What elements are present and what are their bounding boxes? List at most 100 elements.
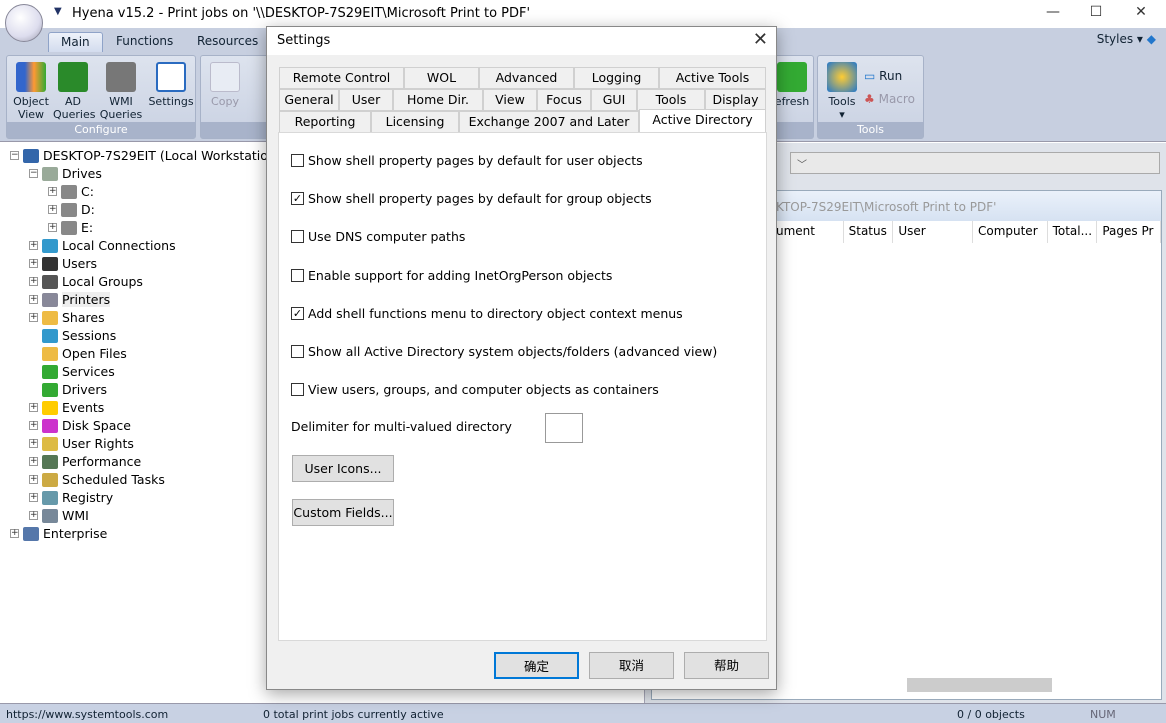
option-checkbox[interactable]: Use DNS computer paths (291, 229, 465, 244)
column-user[interactable]: User (893, 221, 973, 243)
expand-icon[interactable]: + (29, 511, 38, 520)
tree-node[interactable]: + Scheduled Tasks (29, 472, 165, 487)
dialog-close-button[interactable]: ✕ (753, 29, 768, 50)
settings-tab[interactable]: Focus (537, 89, 591, 111)
tree-node[interactable]: + Events (29, 400, 104, 415)
tools-button[interactable]: Tools ▾ (822, 62, 862, 121)
tree-node[interactable]: + User Rights (29, 436, 134, 451)
tree-node[interactable]: + Local Groups (29, 274, 143, 289)
close-button[interactable]: ✕ (1126, 4, 1156, 20)
checkbox-unchecked-icon[interactable] (291, 345, 304, 358)
delimiter-input[interactable] (545, 413, 583, 443)
collapse-icon[interactable]: − (29, 169, 38, 178)
option-checkbox[interactable]: Show shell property pages by default for… (291, 153, 643, 168)
settings-tab[interactable]: General (279, 89, 339, 111)
filter-combo[interactable]: ﹀ (790, 152, 1160, 174)
expand-icon[interactable]: + (10, 529, 19, 538)
expand-icon[interactable]: + (29, 313, 38, 322)
copy-button[interactable]: Copy (207, 62, 243, 108)
cancel-button[interactable]: 取消 (589, 652, 674, 679)
tree-node[interactable]: + Registry (29, 490, 113, 505)
tab-functions[interactable]: Functions (104, 32, 185, 52)
ok-button[interactable]: 确定 (494, 652, 579, 679)
ad-queries-button[interactable]: AD Queries (53, 62, 95, 121)
tree-node[interactable]: + E: (48, 220, 93, 235)
tree-node-root[interactable]: − DESKTOP-7S29EIT (Local Workstation) (10, 148, 281, 163)
expand-icon[interactable]: + (29, 421, 38, 430)
checkbox-checked-icon[interactable]: ✓ (291, 306, 304, 320)
quick-access-icon[interactable]: ▼ (54, 6, 62, 17)
tree-node[interactable]: + WMI (29, 508, 89, 523)
settings-tab[interactable]: WOL (404, 67, 479, 89)
tree-node[interactable]: Services (29, 364, 115, 379)
user-icons-button[interactable]: User Icons... (292, 455, 394, 482)
checkbox-unchecked-icon[interactable] (291, 268, 304, 282)
checkbox-unchecked-icon[interactable] (291, 230, 304, 244)
settings-tab[interactable]: Advanced (479, 67, 574, 89)
tree-node[interactable]: + Disk Space (29, 418, 131, 433)
app-menu-orb[interactable] (5, 4, 43, 42)
expand-icon[interactable]: + (29, 259, 38, 268)
expand-icon[interactable]: + (29, 241, 38, 250)
settings-tab[interactable]: Licensing (371, 111, 459, 133)
macro-button[interactable]: ♣ Macro (864, 93, 915, 106)
expand-icon[interactable]: + (29, 493, 38, 502)
expand-icon[interactable]: + (48, 187, 57, 196)
expand-icon[interactable]: + (29, 277, 38, 286)
checkbox-unchecked-icon[interactable] (291, 383, 304, 397)
refresh-button[interactable]: efresh (772, 62, 812, 108)
option-checkbox[interactable]: Show all Active Directory system objects… (291, 344, 717, 359)
settings-tab[interactable]: Home Dir. (393, 89, 483, 111)
tree-node[interactable]: Drivers (29, 382, 107, 397)
expand-icon[interactable]: + (48, 223, 57, 232)
settings-tab[interactable]: GUI (591, 89, 637, 111)
settings-tab[interactable]: Active Directory (639, 109, 766, 133)
settings-tab[interactable]: Reporting (279, 111, 371, 133)
settings-tab[interactable]: Remote Control (279, 67, 404, 89)
expand-icon[interactable]: + (29, 403, 38, 412)
wmi-queries-button[interactable]: WMI Queries (97, 62, 145, 121)
settings-tab[interactable]: User (339, 89, 393, 111)
styles-menu[interactable]: Styles ▾ ◆ (1097, 32, 1156, 46)
tree-node[interactable]: + Printers (29, 292, 111, 307)
tree-node[interactable]: + C: (48, 184, 94, 199)
expand-icon[interactable]: + (29, 475, 38, 484)
settings-tab[interactable]: Display (705, 89, 766, 111)
settings-tab[interactable]: Exchange 2007 and Later (459, 111, 639, 133)
expand-icon[interactable]: + (29, 457, 38, 466)
expand-icon[interactable]: + (29, 295, 38, 304)
tree-node[interactable]: + Local Connections (29, 238, 176, 253)
settings-tab[interactable]: Logging (574, 67, 659, 89)
column-computer[interactable]: Computer (973, 221, 1048, 243)
status-url[interactable]: https://www.systemtools.com (6, 708, 168, 721)
tree-node[interactable]: − Drives (29, 166, 102, 181)
expand-icon[interactable]: + (29, 439, 38, 448)
tree-node[interactable]: + Shares (29, 310, 105, 325)
tab-resources[interactable]: Resources (185, 32, 270, 52)
settings-button[interactable]: Settings (147, 62, 195, 108)
settings-tab[interactable]: View (483, 89, 537, 111)
column-total[interactable]: Total... (1048, 221, 1098, 243)
option-checkbox[interactable]: ✓ Add shell functions menu to directory o… (291, 306, 683, 321)
option-checkbox[interactable]: View users, groups, and computer objects… (291, 382, 659, 397)
settings-tab[interactable]: Active Tools (659, 67, 766, 89)
column-pages[interactable]: Pages Pr (1097, 221, 1162, 243)
tree-node[interactable]: Open Files (29, 346, 127, 361)
tree-node[interactable]: + Performance (29, 454, 141, 469)
tree-node[interactable]: + Enterprise (10, 526, 107, 541)
help-button[interactable]: 帮助 (684, 652, 769, 679)
column-status[interactable]: Status (844, 221, 894, 243)
settings-tab[interactable]: Tools (637, 89, 705, 111)
tree-node[interactable]: Sessions (29, 328, 116, 343)
maximize-button[interactable]: ☐ (1081, 4, 1111, 20)
tree-node[interactable]: + Users (29, 256, 97, 271)
object-view-button[interactable]: Object View (11, 62, 51, 121)
run-button[interactable]: ▭ Run (864, 70, 902, 83)
checkbox-checked-icon[interactable]: ✓ (291, 192, 304, 206)
checkbox-unchecked-icon[interactable] (291, 154, 304, 167)
option-checkbox[interactable]: Enable support for adding InetOrgPerson … (291, 268, 612, 283)
option-checkbox[interactable]: ✓ Show shell property pages by default fo… (291, 191, 652, 206)
collapse-icon[interactable]: − (10, 151, 19, 160)
custom-fields-button[interactable]: Custom Fields... (292, 499, 394, 526)
help-icon[interactable]: ◆ (1147, 32, 1156, 46)
